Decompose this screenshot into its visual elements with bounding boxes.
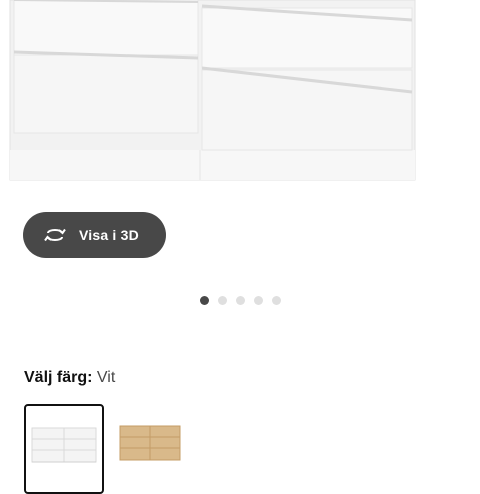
product-image[interactable] (0, 0, 480, 205)
oak-dresser-thumbnail (119, 425, 181, 461)
carousel-dot[interactable] (253, 296, 263, 305)
color-swatch-oak[interactable] (110, 404, 186, 480)
color-swatch-white[interactable] (24, 404, 104, 494)
dresser-illustration (0, 0, 480, 205)
carousel-dot[interactable] (271, 296, 281, 305)
color-picker-key: Välj färg: (24, 369, 93, 386)
view-3d-button[interactable]: Visa i 3D (23, 212, 166, 258)
selected-color-value: Vit (96, 369, 116, 386)
carousel-indicator (0, 296, 480, 306)
color-picker-label: Välj färg: Vit (24, 368, 115, 388)
carousel-dot[interactable] (199, 296, 209, 305)
white-dresser-thumbnail (31, 427, 97, 463)
view-3d-label: Visa i 3D (79, 227, 139, 243)
carousel-dot[interactable] (217, 296, 227, 305)
rotate-3d-icon (43, 223, 67, 247)
carousel-dot[interactable] (235, 296, 245, 305)
